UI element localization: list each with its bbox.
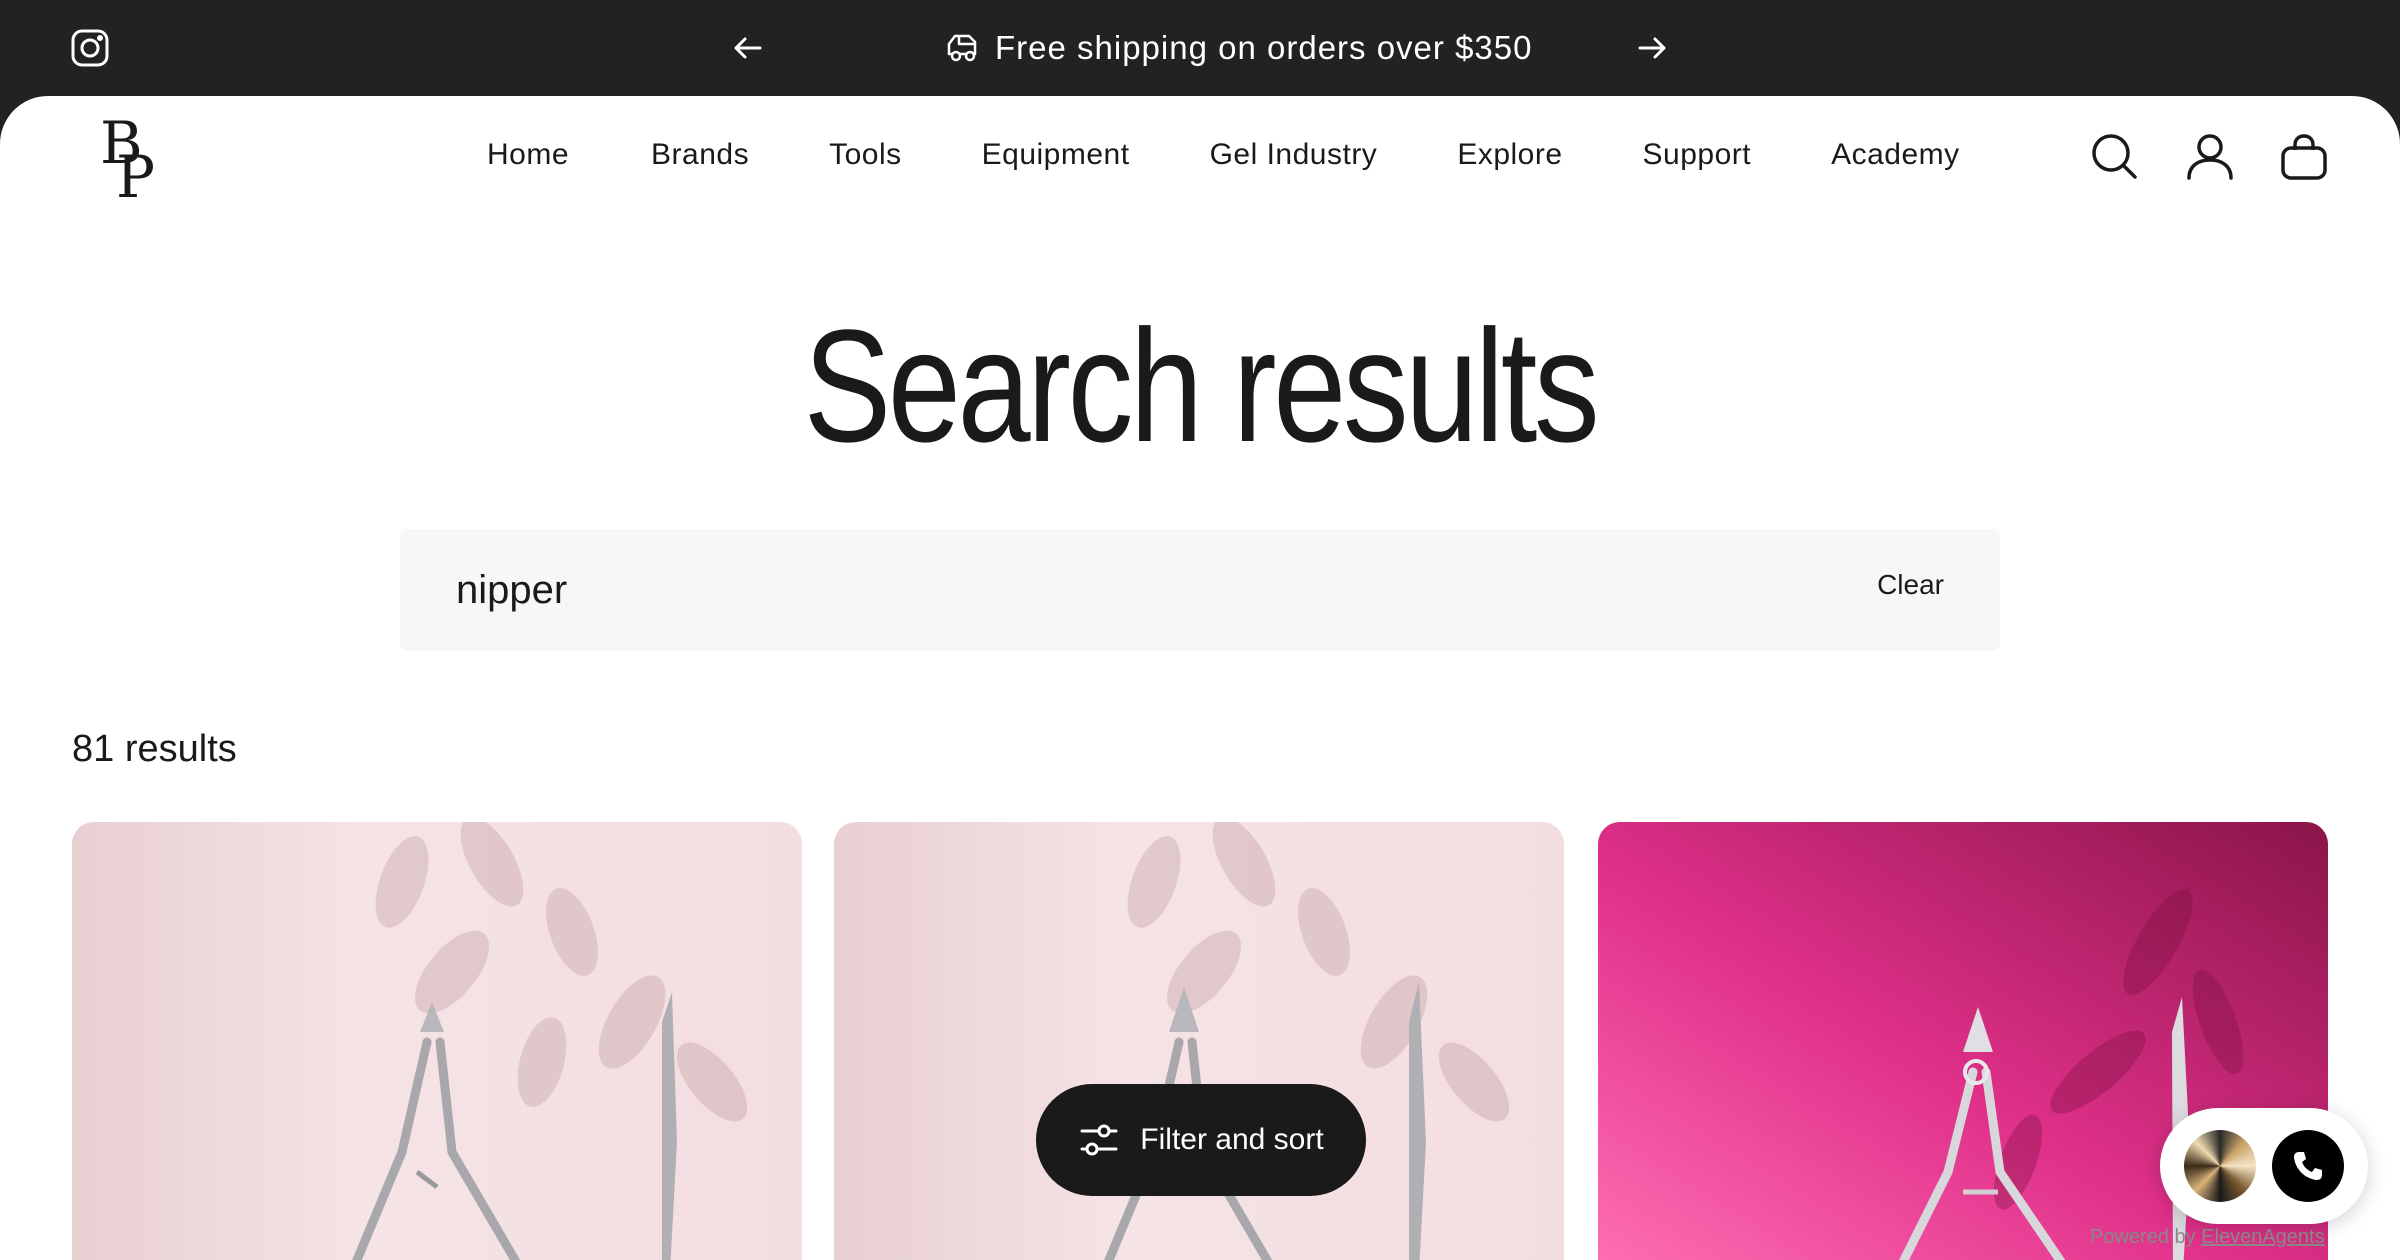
search-box: Clear: [400, 529, 2000, 651]
announcement-message: Free shipping on orders over $350: [945, 26, 1532, 70]
product-card[interactable]: [72, 822, 802, 1260]
voice-agent-widget: [2160, 1108, 2368, 1224]
logo[interactable]: B P: [100, 114, 160, 211]
arrow-left-icon[interactable]: [730, 30, 766, 66]
agent-avatar[interactable]: [2184, 1130, 2256, 1202]
nav-support[interactable]: Support: [1643, 138, 1752, 178]
nav-home[interactable]: Home: [487, 138, 569, 178]
instagram-icon[interactable]: [70, 28, 110, 68]
search-icon[interactable]: [2090, 132, 2138, 180]
filter-and-sort-label: Filter and sort: [1140, 1123, 1324, 1156]
call-button[interactable]: [2272, 1130, 2344, 1202]
nav-academy[interactable]: Academy: [1831, 138, 1960, 178]
phone-icon: [2294, 1152, 2322, 1180]
product-image: [72, 822, 802, 1260]
arrow-right-icon[interactable]: [1634, 30, 1670, 66]
results-count: 81 results: [72, 728, 237, 770]
powered-by: Powered by ElevenAgents: [2090, 1226, 2325, 1249]
nav-explore[interactable]: Explore: [1457, 138, 1562, 178]
search-input[interactable]: [456, 555, 1756, 625]
nav-gel-industry[interactable]: Gel Industry: [1210, 138, 1378, 178]
powered-by-prefix: Powered by: [2090, 1226, 2202, 1248]
main-nav: Home Brands Tools Equipment Gel Industry…: [487, 138, 1960, 178]
nav-brands[interactable]: Brands: [651, 138, 749, 178]
sliders-icon: [1080, 1124, 1118, 1156]
main-panel: B P Home Brands Tools Equipment Gel Indu…: [0, 96, 2400, 1260]
page-title: Search results: [803, 296, 1600, 475]
nav-equipment[interactable]: Equipment: [982, 138, 1130, 178]
nav-tools[interactable]: Tools: [829, 138, 902, 178]
announcement-bar: Free shipping on orders over $350: [0, 0, 2400, 96]
clear-button[interactable]: Clear: [1877, 569, 1944, 601]
filter-and-sort-button[interactable]: Filter and sort: [1036, 1084, 1366, 1196]
powered-by-link[interactable]: ElevenAgents: [2201, 1226, 2324, 1248]
announcement-text: Free shipping on orders over $350: [995, 29, 1533, 66]
cart-icon[interactable]: [2280, 132, 2328, 180]
truck-icon: [947, 34, 977, 62]
account-icon[interactable]: [2186, 132, 2234, 180]
logo-letter-p: P: [116, 143, 156, 211]
